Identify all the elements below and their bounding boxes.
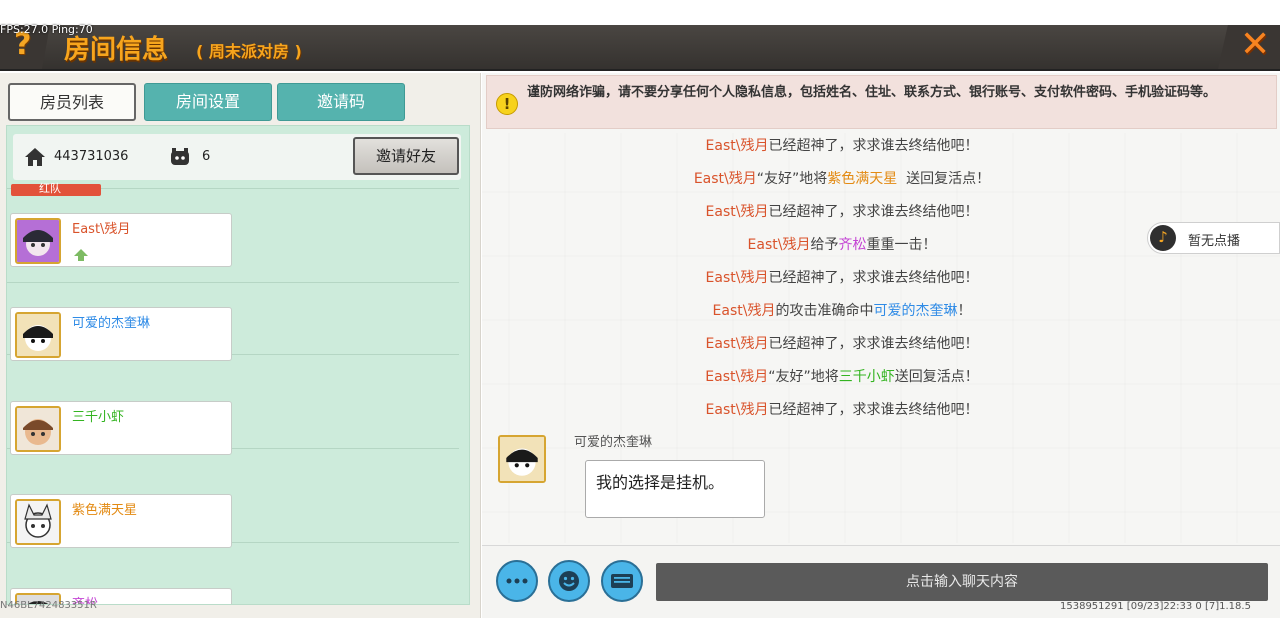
more-button[interactable]	[496, 560, 538, 602]
close-button[interactable]: ✕	[1218, 25, 1280, 69]
chat-panel: ! 谨防网络诈骗，请不要分享任何个人隐私信息，包括姓名、住址、联系方式、银行账号…	[482, 73, 1280, 618]
system-message: East\残月已经超神了，求求谁去终结他吧！	[705, 204, 979, 220]
warning-icon: !	[496, 93, 518, 115]
music-request-label: 暂无点播	[1188, 234, 1241, 249]
member-card[interactable]: 可爱的杰奎琳	[10, 307, 232, 361]
member-card[interactable]: East\残月	[10, 213, 232, 267]
member-card[interactable]: 紫色满天星	[10, 494, 232, 548]
version-info: 1538951291 [09/23]22:33 0 [7]1.18.5	[1060, 601, 1251, 612]
room-info-screen: FPS:27.0 Ping:70 ? 房间信息 ( 周末派对房 ) ✕ 房员列表…	[0, 0, 1280, 640]
member-name: 三千小虾	[72, 410, 125, 425]
member-count-icon	[171, 148, 189, 165]
room-id: 443731036	[54, 149, 129, 164]
system-message: East\残月已经超神了，求求谁去终结他吧！	[705, 402, 979, 418]
room-type-subtitle: ( 周末派对房 )	[196, 42, 302, 61]
avatar[interactable]	[498, 435, 546, 483]
divider	[7, 282, 459, 283]
system-message: East\残月已经超神了，求求谁去终结他吧！	[705, 270, 979, 286]
tab-invite-code[interactable]: 邀请码	[277, 83, 405, 121]
member-name: East\残月	[72, 222, 131, 237]
avatar	[15, 312, 61, 358]
rank-icon	[74, 249, 88, 261]
member-name: 紫色满天星	[72, 503, 138, 518]
notice-text: 谨防网络诈骗，请不要分享任何个人隐私信息，包括姓名、住址、联系方式、银行账号、支…	[527, 85, 1217, 100]
keyboard-icon	[611, 574, 633, 588]
member-list[interactable]: 443731036 6 邀请好友 红队 East\残月 可爱的杰奎琳 三千小虾 …	[6, 125, 470, 605]
tab-member-list[interactable]: 房员列表	[8, 83, 136, 121]
emoji-icon	[559, 571, 579, 591]
chat-sender-name: 可爱的杰奎琳	[574, 435, 653, 450]
fps-ping-readout: FPS:27.0 Ping:70	[0, 23, 93, 36]
room-info-bar: 443731036 6 邀请好友	[13, 134, 461, 180]
avatar	[15, 499, 61, 545]
system-message: East\残月“友好”地将三千小虾送回复活点！	[705, 369, 979, 385]
home-icon	[25, 148, 45, 166]
music-note-icon: ♪	[1150, 225, 1176, 251]
device-id: N46BL742483351R	[0, 600, 97, 611]
music-request-button[interactable]: ♪ 暂无点播	[1147, 222, 1280, 254]
chat-bubble: 我的选择是挂机。	[585, 460, 765, 518]
member-panel: 房员列表 房间设置 邀请码 443731036 6 邀请好友 红队 East\残…	[0, 73, 481, 618]
invite-friends-button[interactable]: 邀请好友	[353, 137, 459, 175]
header-bar: ? 房间信息 ( 周末派对房 ) ✕	[0, 25, 1280, 71]
system-message: East\残月已经超神了，求求谁去终结他吧！	[705, 336, 979, 352]
close-icon: ✕	[1240, 24, 1271, 65]
tab-room-settings[interactable]: 房间设置	[144, 83, 272, 121]
keyboard-button[interactable]	[601, 560, 643, 602]
team-label-red: 红队	[11, 183, 101, 196]
anti-fraud-notice: ! 谨防网络诈骗，请不要分享任何个人隐私信息，包括姓名、住址、联系方式、银行账号…	[486, 75, 1277, 129]
system-message: East\残月给予齐松重重一击！	[747, 237, 937, 253]
member-count: 6	[202, 149, 211, 164]
member-card[interactable]: 三千小虾	[10, 401, 232, 455]
chat-input[interactable]: 点击输入聊天内容	[656, 563, 1268, 601]
system-message: East\残月的攻击准确命中可爱的杰奎琳！	[712, 303, 972, 319]
more-icon	[506, 578, 528, 584]
avatar	[15, 406, 61, 452]
system-message: East\残月“友好”地将紫色满天星 送回复活点！	[693, 171, 991, 187]
member-name: 可爱的杰奎琳	[72, 316, 151, 331]
emoji-button[interactable]	[548, 560, 590, 602]
avatar	[15, 218, 61, 264]
chat-message-list[interactable]: East\残月已经超神了，求求谁去终结他吧！ East\残月“友好”地将紫色满天…	[482, 133, 1280, 543]
system-message: East\残月已经超神了，求求谁去终结他吧！	[705, 138, 979, 154]
